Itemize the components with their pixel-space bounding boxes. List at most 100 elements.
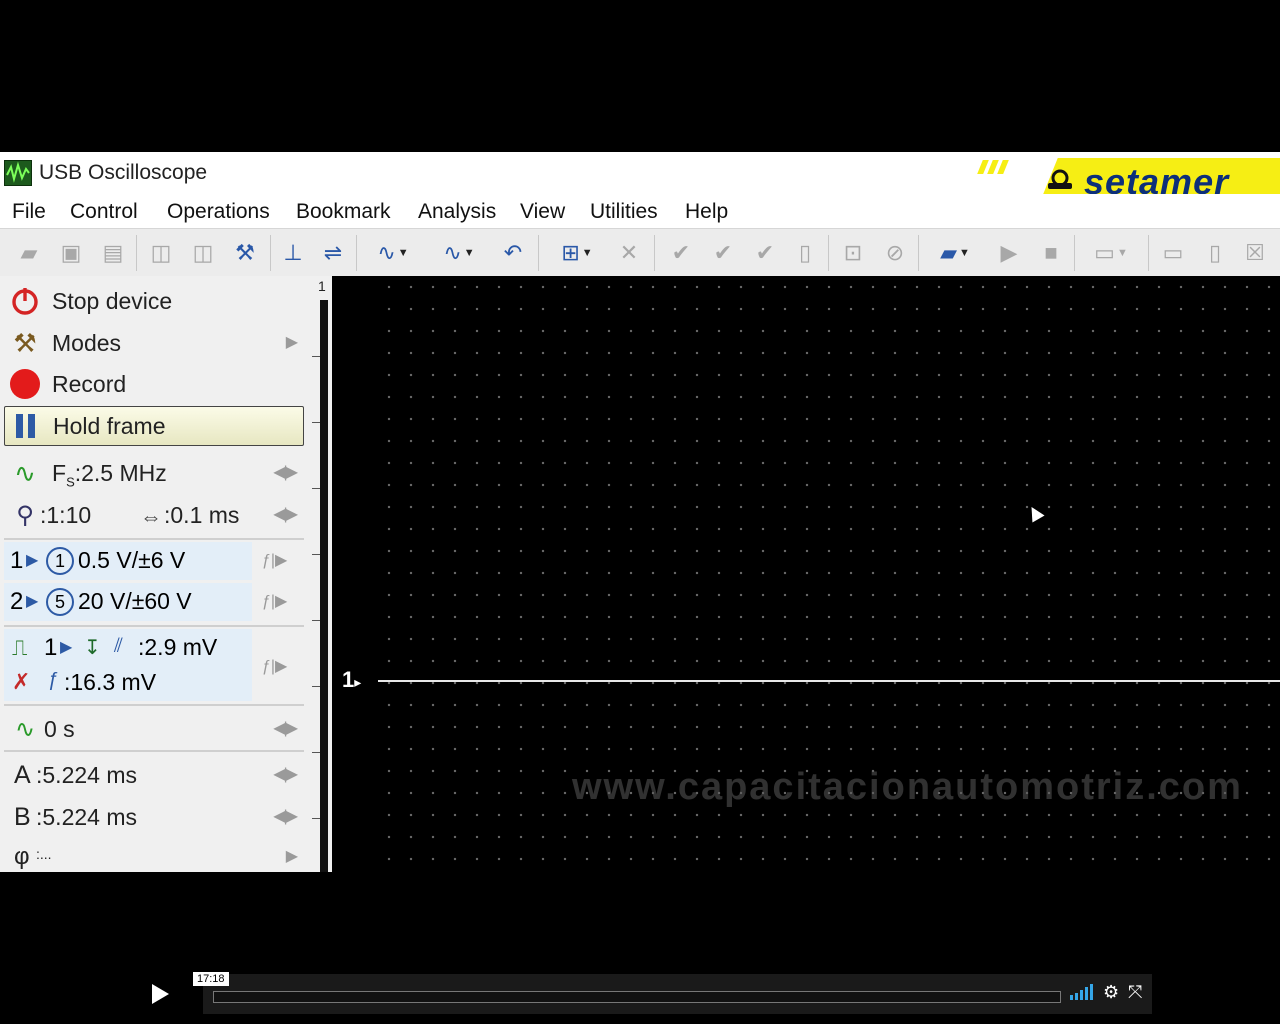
fullscreen-icon[interactable]: ⤧: [1128, 982, 1142, 1003]
adjust-arrows-icon[interactable]: ◀|▶: [273, 718, 298, 738]
menu-analysis[interactable]: Analysis: [418, 200, 496, 224]
modes-label: Modes: [52, 330, 122, 356]
play-sequence-icon[interactable]: ▶: [994, 239, 1024, 267]
adjust-arrows-icon[interactable]: ◀|▶: [273, 806, 298, 826]
trigger-icon[interactable]: ⊥: [278, 239, 308, 267]
timestamp: 17:18: [193, 972, 229, 986]
adjust-arrows-icon[interactable]: ◀|▶: [273, 504, 298, 524]
channel-wave-dropdown-icon[interactable]: ∿ ▼: [364, 239, 422, 267]
play-icon: [152, 984, 169, 1004]
check-icon[interactable]: ✔: [666, 239, 696, 267]
stop-device-button[interactable]: Stop device: [4, 284, 304, 320]
pause-icon: [9, 409, 43, 443]
probe-2-badge: 5: [46, 588, 74, 616]
zoom-tool-icon[interactable]: ⊘: [880, 239, 910, 267]
undo-icon[interactable]: ↶: [498, 239, 528, 267]
watermark-text: www.capacitacionautomotriz.com: [572, 766, 1243, 808]
modes-button[interactable]: ⚒ Modes ▶: [4, 326, 304, 362]
trigger-channel: 1: [44, 634, 58, 661]
math-wave-dropdown-icon[interactable]: ∿ ▼: [430, 239, 488, 267]
adjust-arrows-icon[interactable]: ◀|▶: [273, 764, 298, 784]
hammer-icon: ⚒: [13, 327, 37, 358]
timebase-icon: ⇔: [140, 504, 162, 529]
modes-tool-icon[interactable]: ⚒: [230, 239, 260, 267]
phase-label: φ: [14, 843, 30, 870]
channel-2-number: 2: [10, 588, 24, 615]
hysteresis-icon: ƒ: [48, 669, 60, 691]
cursor-b-row[interactable]: B :5.224 ms ◀|▶: [4, 800, 304, 834]
print-icon[interactable]: ▤: [98, 239, 128, 267]
monitor-icon[interactable]: ▭: [1158, 239, 1188, 267]
channel-1-number: 1: [10, 547, 24, 574]
progress-bar[interactable]: [213, 991, 1061, 1003]
trigger-settings[interactable]: ⎍ 1 ▶ ↧ ⫽ :2.9 mV ✗ ƒ :16.3 mV: [4, 629, 252, 701]
trigger-mode-icon: ✗: [12, 669, 31, 694]
play-button[interactable]: [128, 974, 192, 1014]
magnifier-icon: ⚲: [16, 501, 34, 529]
cursor-a-label: A: [14, 761, 31, 789]
oscilloscope-window: USB Oscilloscope setamer File Control Op…: [0, 152, 1280, 872]
volume-icon[interactable]: [1070, 984, 1094, 1005]
oscilloscope-app-icon: [4, 160, 32, 186]
delete-reference-icon[interactable]: ✕: [614, 239, 644, 267]
sample-rate-text: FS:2.5 MHz: [52, 460, 167, 490]
trigger-level-value: :2.9 mV: [138, 634, 218, 660]
save-icon[interactable]: ▣: [56, 239, 86, 267]
load-dropdown-icon[interactable]: ▰ ▼: [926, 239, 984, 267]
fs-sub: S: [66, 474, 75, 490]
stop-device-label: Stop device: [52, 288, 173, 314]
copy-data-icon[interactable]: ◫: [188, 239, 218, 267]
menu-bar: File Control Operations Bookmark Analysi…: [0, 194, 1280, 228]
hold-frame-button[interactable]: Hold frame: [4, 406, 304, 446]
channel-2-adjust-icon[interactable]: ƒ|▶: [262, 591, 287, 611]
page-icon[interactable]: ▯: [1200, 239, 1230, 267]
check-down-icon[interactable]: ✔: [708, 239, 738, 267]
trigger-delay-value: 0 s: [44, 716, 75, 742]
channel-1-marker[interactable]: 1▸: [342, 667, 361, 693]
setamer-logo-icon: [1048, 169, 1072, 189]
record-label: Record: [52, 371, 127, 397]
menu-view[interactable]: View: [520, 200, 565, 224]
sample-rate-row[interactable]: ∿ FS:2.5 MHz ◀|▶: [4, 456, 304, 490]
open-folder-icon[interactable]: ▰: [14, 239, 44, 267]
control-panel: Stop device ⚒ Modes ▶ Record Hold frame …: [0, 276, 310, 872]
oscilloscope-display[interactable]: 1▸ www.capacitacionautomotriz.com: [332, 276, 1280, 872]
copy-screen-icon[interactable]: ◫: [146, 239, 176, 267]
record-icon: [8, 367, 42, 401]
sequence-dropdown-icon[interactable]: ▭ ▼: [1082, 239, 1140, 267]
menu-control[interactable]: Control: [70, 200, 138, 224]
trigger-delay-row[interactable]: ∿ 0 s ◀|▶: [4, 712, 304, 746]
submenu-arrow-icon[interactable]: ▶: [286, 846, 298, 866]
record-button[interactable]: Record: [4, 367, 304, 403]
channel-1-adjust-icon[interactable]: ƒ|▶: [262, 550, 287, 570]
reference-dropdown-icon[interactable]: ⊞ ▼: [548, 239, 606, 267]
check-forward-icon[interactable]: ✔: [750, 239, 780, 267]
channel-arrow-icon: ▶: [60, 639, 73, 656]
scale-bar[interactable]: [320, 300, 328, 872]
sine-wave-icon: ∿: [14, 457, 36, 488]
menu-utilities[interactable]: Utilities: [590, 200, 658, 224]
channel-2-settings[interactable]: 2 ▶ 5 20 V/±60 V: [4, 583, 252, 621]
fs-label: F: [52, 460, 67, 486]
stop-sequence-icon[interactable]: ■: [1036, 239, 1066, 267]
vertical-scale[interactable]: 1: [310, 276, 332, 872]
trigger-adjust-icon[interactable]: ƒ|▶: [262, 656, 287, 676]
delay-wave-icon: ∿: [14, 715, 36, 743]
close-x-icon[interactable]: ☒: [1240, 239, 1270, 267]
probe-icon[interactable]: ⇌: [318, 239, 348, 267]
fit-icon[interactable]: ⊡: [838, 239, 868, 267]
cursor-a-row[interactable]: A :5.224 ms ◀|▶: [4, 758, 304, 792]
phase-row[interactable]: φ :... ▶: [4, 840, 304, 872]
adjust-arrows-icon[interactable]: ◀|▶: [273, 462, 298, 482]
hold-frame-label: Hold frame: [53, 413, 166, 439]
document-icon[interactable]: ▯: [790, 239, 820, 267]
menu-file[interactable]: File: [12, 200, 46, 224]
menu-help[interactable]: Help: [685, 200, 728, 224]
cursor-b-label: B: [14, 803, 31, 831]
channel-marker-number: 1: [342, 667, 355, 692]
menu-bookmark[interactable]: Bookmark: [296, 200, 391, 224]
settings-gear-icon[interactable]: ⚙: [1103, 982, 1119, 1003]
zoom-timebase-row[interactable]: ⚲ :1:10 ⇔ :0.1 ms ◀|▶: [4, 498, 304, 532]
menu-operations[interactable]: Operations: [167, 200, 270, 224]
channel-1-settings[interactable]: 1 ▶ 1 0.5 V/±6 V: [4, 542, 252, 580]
